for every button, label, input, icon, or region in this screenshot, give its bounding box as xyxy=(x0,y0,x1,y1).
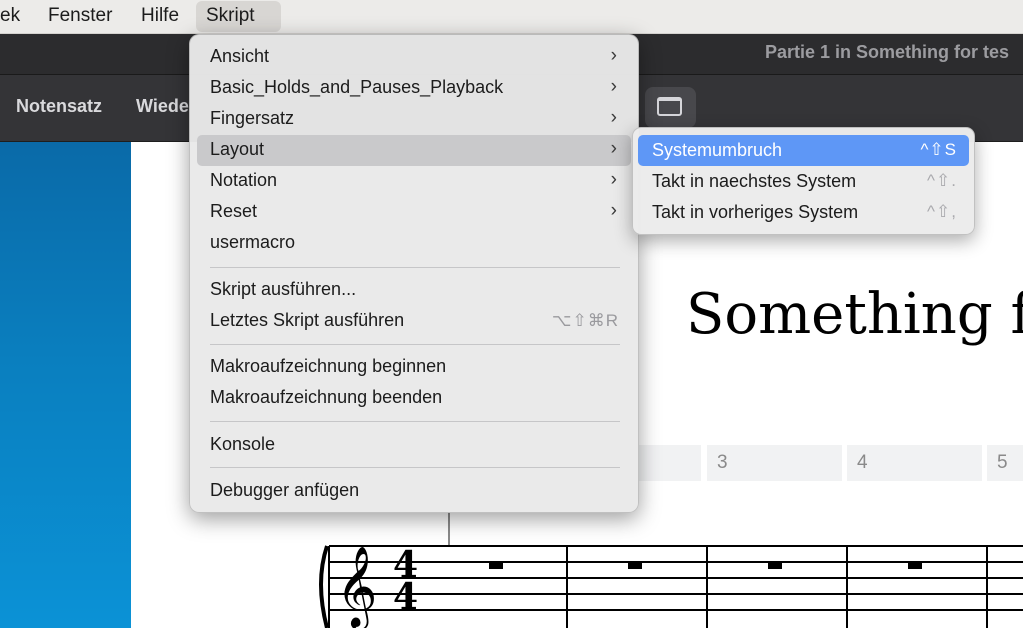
chevron-right-icon: › xyxy=(610,76,617,97)
window-icon xyxy=(657,97,682,116)
menu-item-reset[interactable]: Reset › xyxy=(197,197,631,228)
submenu-item-label: Takt in vorheriges System xyxy=(652,202,859,222)
treble-clef: 𝄞 xyxy=(336,545,377,628)
layout-view-button[interactable] xyxy=(645,87,696,128)
menu-item-attach-debugger[interactable]: Debugger anfügen xyxy=(197,476,631,507)
menu-item-label: usermacro xyxy=(210,232,296,252)
submenu-item-takt-vorheriges[interactable]: Takt in vorheriges System ^⇧, xyxy=(638,197,969,228)
layout-submenu: Systemumbruch ^⇧S Takt in naechstes Syst… xyxy=(632,127,975,235)
menubar-item-fenster[interactable]: Fenster xyxy=(38,0,122,33)
menu-item-layout[interactable]: Layout › xyxy=(197,135,631,166)
tab-wiedergabe[interactable]: Wiede xyxy=(136,96,189,117)
menu-item-usermacro[interactable]: usermacro xyxy=(197,228,631,259)
menu-item-stop-macro[interactable]: Makroaufzeichnung beenden xyxy=(197,383,631,414)
submenu-item-label: Takt in naechstes System xyxy=(652,171,857,191)
chevron-right-icon: › xyxy=(610,200,617,221)
menu-item-run-script[interactable]: Skript ausführen... xyxy=(197,275,631,306)
menu-item-konsole[interactable]: Konsole xyxy=(197,430,631,461)
menu-item-notation[interactable]: Notation › xyxy=(197,166,631,197)
menu-item-fingersatz[interactable]: Fingersatz › xyxy=(197,104,631,135)
submenu-item-systemumbruch[interactable]: Systemumbruch ^⇧S xyxy=(638,135,969,166)
tab-notensatz[interactable]: Notensatz xyxy=(16,96,102,117)
menu-item-shortcut: ⌥⇧⌘R xyxy=(551,311,619,330)
submenu-item-shortcut: ^⇧, xyxy=(927,202,957,221)
whole-rest xyxy=(489,562,503,569)
menu-item-label: Basic_Holds_and_Pauses_Playback xyxy=(210,77,504,97)
chevron-right-icon: › xyxy=(610,45,617,66)
menu-item-ansicht[interactable]: Ansicht › xyxy=(197,42,631,73)
chevron-right-icon: › xyxy=(610,138,617,159)
menu-separator xyxy=(210,344,620,345)
menu-item-label: Skript ausführen... xyxy=(210,279,357,299)
menu-item-label: Notation xyxy=(210,170,278,190)
menubar-item-partial[interactable]: ek xyxy=(0,0,30,33)
menu-item-label: Reset xyxy=(210,201,258,221)
menu-item-label: Debugger anfügen xyxy=(210,480,360,500)
submenu-item-label: Systemumbruch xyxy=(652,140,783,160)
submenu-item-shortcut: ^⇧. xyxy=(927,171,957,190)
system-bracket xyxy=(319,545,329,628)
skript-menu: Ansicht › Basic_Holds_and_Pauses_Playbac… xyxy=(189,34,639,513)
menu-item-label: Konsole xyxy=(210,434,276,454)
menu-item-label: Ansicht xyxy=(210,46,270,66)
window-title: Partie 1 in Something for tes xyxy=(765,42,1010,62)
menu-item-start-macro[interactable]: Makroaufzeichnung beginnen xyxy=(197,352,631,383)
submenu-item-takt-naechstes[interactable]: Takt in naechstes System ^⇧. xyxy=(638,166,969,197)
staff-lines xyxy=(329,545,1023,611)
menu-item-label: Layout xyxy=(210,139,265,159)
menu-item-label: Letztes Skript ausführen xyxy=(210,310,405,330)
menu-bar: ek Fenster Hilfe Skript xyxy=(0,0,1023,34)
chevron-right-icon: › xyxy=(610,169,617,190)
menu-separator xyxy=(210,467,620,468)
menubar-item-hilfe[interactable]: Hilfe xyxy=(131,0,189,33)
menu-separator xyxy=(210,267,620,268)
menu-item-run-last-script[interactable]: Letztes Skript ausführen ⌥⇧⌘R xyxy=(197,306,631,337)
menu-item-basic-holds[interactable]: Basic_Holds_and_Pauses_Playback › xyxy=(197,73,631,104)
left-panel xyxy=(0,142,131,628)
menu-item-label: Makroaufzeichnung beenden xyxy=(210,387,443,407)
time-signature-bottom: 4 xyxy=(393,576,418,618)
whole-rest xyxy=(908,562,922,569)
whole-rest xyxy=(768,562,782,569)
chevron-right-icon: › xyxy=(610,107,617,128)
whole-rest xyxy=(628,562,642,569)
menubar-item-skript[interactable]: Skript xyxy=(196,1,281,32)
menu-item-label: Fingersatz xyxy=(210,108,295,128)
menu-separator xyxy=(210,421,620,422)
submenu-item-shortcut: ^⇧S xyxy=(920,140,957,159)
menu-item-label: Makroaufzeichnung beginnen xyxy=(210,356,447,376)
